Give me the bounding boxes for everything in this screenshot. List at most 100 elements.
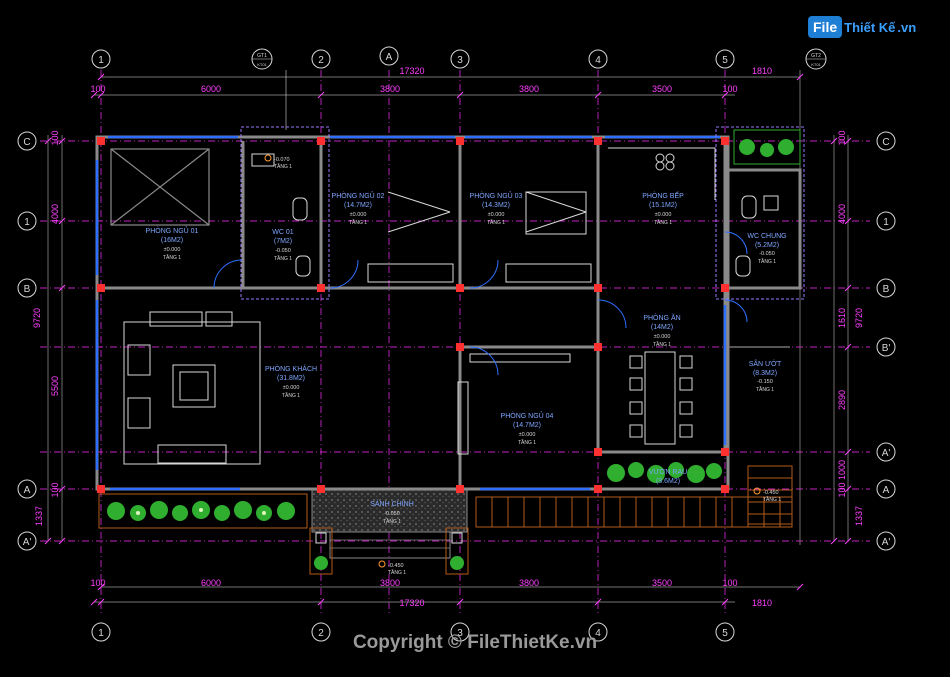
living-room-set xyxy=(123,311,261,465)
svg-text:±0.000: ±0.000 xyxy=(654,334,671,340)
dim-total-top: 17320 xyxy=(399,66,424,76)
brand-logo-domain: .vn xyxy=(897,19,917,35)
room-phong-khach: PHÒNG KHÁCH (31.8M2) ±0.000 TẦNG 1 xyxy=(265,364,317,399)
svg-text:(15.1M2): (15.1M2) xyxy=(649,202,677,209)
dim-end-bottom-left: 100 xyxy=(90,578,105,588)
room-phong-bep: PHÒNG BẾP (15.1M2) ±0.000 TẦNG 1 xyxy=(642,190,684,226)
bubble-right-a-prime-upper: A' xyxy=(876,442,896,462)
dim-right-2890: 2890 xyxy=(837,390,847,410)
svg-text:±0.000: ±0.000 xyxy=(488,212,505,218)
svg-text:PHÒNG NGỦ 03: PHÒNG NGỦ 03 xyxy=(470,191,523,200)
svg-text:±0.000: ±0.000 xyxy=(283,385,300,391)
svg-text:TẦNG 1: TẦNG 1 xyxy=(758,258,776,265)
svg-text:PHÒNG NGỦ 04: PHÒNG NGỦ 04 xyxy=(501,411,554,420)
dim-left-small-bottom: 100 xyxy=(50,482,60,497)
svg-text:TẦNG 1: TẦNG 1 xyxy=(763,496,781,503)
svg-text:1: 1 xyxy=(98,55,104,66)
bubble-right-b-prime: B' xyxy=(876,337,896,357)
svg-text:A': A' xyxy=(882,537,891,548)
svg-text:(5.2M2): (5.2M2) xyxy=(755,242,779,249)
svg-text:-0.070: -0.070 xyxy=(274,157,290,163)
bubble-left-c: C xyxy=(17,131,37,151)
svg-text:±0.000: ±0.000 xyxy=(655,212,672,218)
svg-text:-0.450: -0.450 xyxy=(763,490,779,496)
bubble-right-c: C xyxy=(876,131,896,151)
svg-text:3: 3 xyxy=(457,55,463,66)
svg-text:(7M2): (7M2) xyxy=(274,238,292,245)
svg-text:(16M2): (16M2) xyxy=(161,237,183,244)
dim-right-ext-top: 1810 xyxy=(752,66,772,76)
dim-left-bottom: 1337 xyxy=(34,506,44,526)
bubble-top-4: 4 xyxy=(588,49,608,69)
brand-logo[interactable]: File Thiết Kế .vn xyxy=(808,10,916,44)
svg-text:(14.7M2): (14.7M2) xyxy=(513,422,541,429)
bubble-right-a-prime: A' xyxy=(876,531,896,551)
svg-text:±0.000: ±0.000 xyxy=(519,432,536,438)
dim-right-1610: 1610 xyxy=(837,308,847,328)
dim-right-1000: 1000 xyxy=(837,460,847,480)
svg-text:TẦNG 1: TẦNG 1 xyxy=(653,341,671,348)
dim-right-top: 4000 xyxy=(837,204,847,224)
spot-level-porch: -0.450 TẦNG 1 xyxy=(378,560,406,576)
dim-span-1-bottom: 6000 xyxy=(201,578,221,588)
windows xyxy=(95,135,727,491)
thin-walls xyxy=(110,148,790,348)
brand-logo-file: File xyxy=(808,16,843,38)
section-tag-gt2: GT2 KT01 xyxy=(805,48,827,70)
svg-text:(14M2): (14M2) xyxy=(651,324,673,331)
svg-text:-0.050: -0.050 xyxy=(275,248,291,254)
svg-text:TẦNG 1: TẦNG 1 xyxy=(388,569,406,576)
dim-right-bottom: 1337 xyxy=(854,506,864,526)
svg-text:A': A' xyxy=(23,537,32,548)
room-wc-01: WC 01 (7M2) -0.050 TẦNG 1 xyxy=(272,229,294,262)
svg-text:-0.450: -0.450 xyxy=(388,563,404,569)
dim-span-1-top: 6000 xyxy=(201,84,221,94)
svg-text:WC 01: WC 01 xyxy=(272,229,294,236)
svg-text:SÂN ƯỚT: SÂN ƯỚT xyxy=(749,359,782,368)
dim-right-ext-bottom: 1810 xyxy=(752,598,772,608)
svg-text:C: C xyxy=(23,137,30,148)
svg-text:WC CHUNG: WC CHUNG xyxy=(747,233,786,240)
dim-left-total: 9720 xyxy=(32,308,42,328)
bubble-left-1: 1 xyxy=(17,211,37,231)
svg-text:PHÒNG NGỦ 02: PHÒNG NGỦ 02 xyxy=(332,191,385,200)
dim-right-total: 9720 xyxy=(854,308,864,328)
dim-right-small-top: 100 xyxy=(837,130,847,145)
svg-text:VƯỜN RAU: VƯỜN RAU xyxy=(649,467,687,476)
bubble-right-a: A xyxy=(876,479,896,499)
svg-text:B: B xyxy=(883,284,890,295)
dim-span-2-bottom: 3800 xyxy=(380,578,400,588)
dim-span-4-top: 3500 xyxy=(652,84,672,94)
bubble-top-3: 3 xyxy=(450,49,470,69)
svg-text:GT1: GT1 xyxy=(257,53,267,59)
svg-text:TẦNG 1: TẦNG 1 xyxy=(274,163,292,170)
svg-text:1: 1 xyxy=(883,217,889,228)
room-wc-chung: WC CHUNG (5.2M2) -0.050 TẦNG 1 xyxy=(747,233,786,265)
bubble-right-b: B xyxy=(876,278,896,298)
structural-columns xyxy=(97,137,729,493)
furniture xyxy=(123,129,801,465)
svg-text:TẦNG 1: TẦNG 1 xyxy=(274,255,292,262)
svg-text:TẦNG 1: TẦNG 1 xyxy=(487,219,505,226)
svg-text:TẦNG 1: TẦNG 1 xyxy=(282,392,300,399)
svg-text:KT01: KT01 xyxy=(811,62,821,67)
dim-total-bottom: 17320 xyxy=(399,598,424,608)
svg-text:TẦNG 1: TẦNG 1 xyxy=(756,386,774,393)
dim-span-3-top: 3800 xyxy=(519,84,539,94)
svg-text:A: A xyxy=(24,485,31,496)
bubble-right-1: 1 xyxy=(876,211,896,231)
svg-text:-0.150: -0.150 xyxy=(757,379,773,385)
front-planter xyxy=(98,493,308,529)
bubble-top-1: 1 xyxy=(91,49,111,69)
svg-text:PHÒNG ĂN: PHÒNG ĂN xyxy=(643,313,680,322)
brand-logo-name: Thiết Kế xyxy=(844,19,896,35)
svg-text:(8.3M2): (8.3M2) xyxy=(753,370,777,377)
svg-text:±0.000: ±0.000 xyxy=(350,212,367,218)
front-deck xyxy=(475,496,793,528)
svg-text:±0.000: ±0.000 xyxy=(164,247,181,253)
svg-text:GT2: GT2 xyxy=(811,53,821,59)
svg-text:B': B' xyxy=(882,343,891,354)
svg-text:B: B xyxy=(24,284,31,295)
dim-end-top-left: 100 xyxy=(90,84,105,94)
room-phong-an: PHÒNG ĂN (14M2) ±0.000 TẦNG 1 xyxy=(643,313,680,348)
